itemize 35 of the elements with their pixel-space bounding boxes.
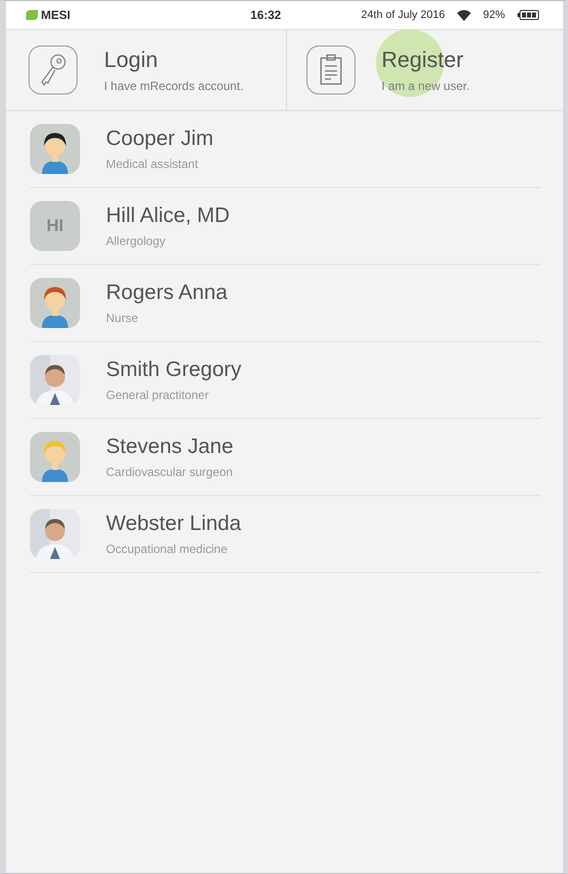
- user-name: Rogers Anna: [106, 281, 228, 305]
- user-role: Nurse: [106, 311, 140, 325]
- battery-percent: 92%: [482, 9, 505, 21]
- person-avatar-icon: [30, 278, 80, 328]
- clock: 16:32: [250, 8, 282, 22]
- user-role: General practitoner: [106, 388, 210, 402]
- leaf-icon: [26, 10, 38, 20]
- user-role: Allergology: [106, 234, 166, 248]
- user-role: Medical assistant: [106, 157, 200, 171]
- action-subtitle: I have mRecords account.: [104, 79, 244, 93]
- user-name: Stevens Jane: [106, 435, 234, 459]
- user-name: Smith Gregory: [106, 358, 242, 382]
- user-item[interactable]: Smith Gregory General practitoner: [30, 342, 541, 419]
- person-avatar-icon: [30, 432, 80, 482]
- user-item[interactable]: Cooper Jim Medical assistant: [30, 111, 541, 188]
- user-item[interactable]: Rogers Anna Nurse: [30, 265, 541, 342]
- user-item[interactable]: HI Hill Alice, MD Allergology: [30, 188, 541, 265]
- clipboard-icon: [306, 45, 356, 95]
- user-role: Cardiovascular surgeon: [106, 465, 234, 479]
- user-item[interactable]: Webster Linda Occupational medicine: [30, 496, 541, 573]
- user-name: Webster Linda: [106, 512, 242, 536]
- battery-icon: [517, 10, 539, 20]
- action-title: Register: [382, 47, 464, 73]
- person-avatar-icon: [30, 124, 80, 174]
- brand-name: MESI: [41, 8, 70, 22]
- user-role: Occupational medicine: [106, 542, 228, 556]
- action-title: Login: [104, 47, 159, 73]
- initials-avatar: HI: [30, 201, 80, 251]
- date: 24th of July 2016: [361, 9, 445, 21]
- key-icon: [28, 45, 78, 95]
- user-name: Hill Alice, MD: [106, 204, 230, 228]
- user-item[interactable]: Stevens Jane Cardiovascular surgeon: [30, 419, 541, 496]
- wifi-icon: [456, 10, 471, 20]
- user-name: Cooper Jim: [106, 127, 214, 151]
- login-button[interactable]: Login I have mRecords account.: [6, 30, 286, 110]
